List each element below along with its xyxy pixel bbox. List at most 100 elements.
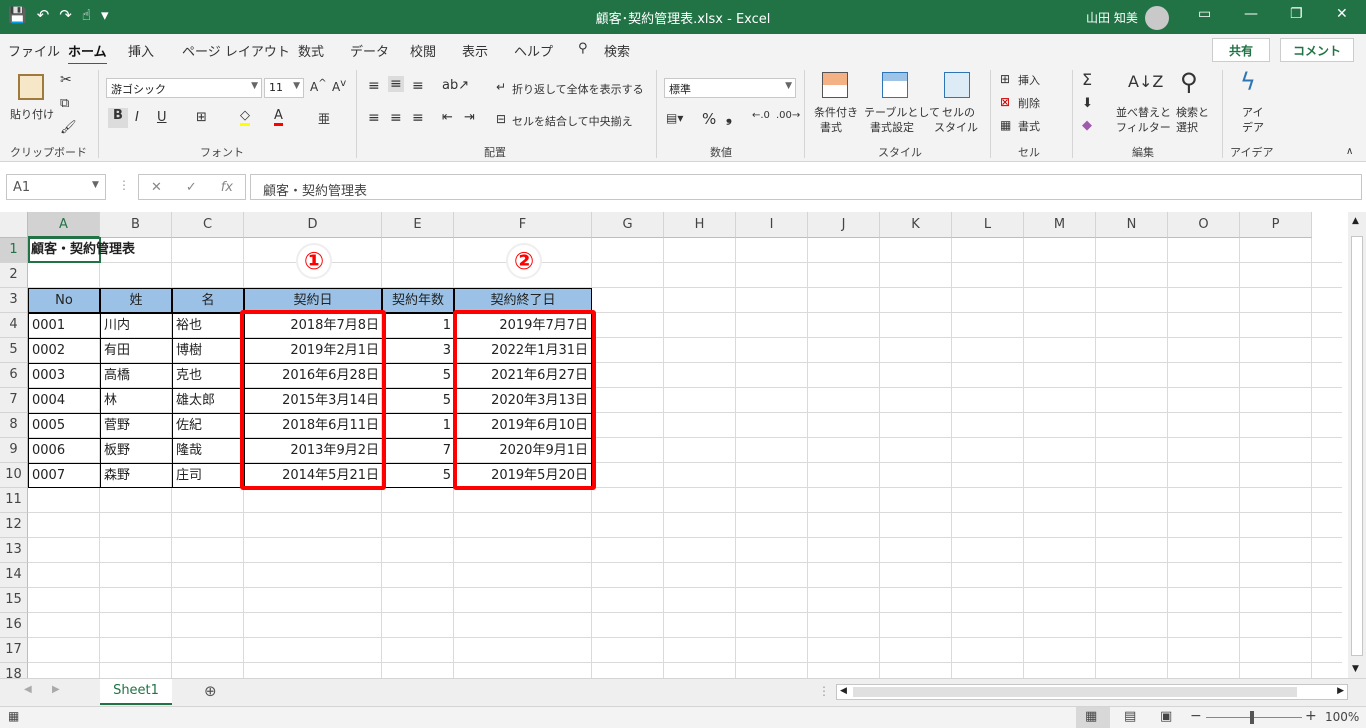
page-break-view-icon[interactable]: ▣ [1160, 709, 1172, 724]
table-cell[interactable]: 克也 [172, 363, 244, 388]
table-cell[interactable]: 5 [382, 363, 454, 388]
table-cell[interactable]: 森野 [100, 463, 172, 488]
tab-formulas[interactable]: 数式 [298, 41, 324, 60]
table-header-cell[interactable]: 名 [172, 288, 244, 313]
drag-handle-icon[interactable]: ⋮ [118, 178, 130, 192]
sort-filter-label-1[interactable]: 並べ替えと [1116, 104, 1171, 120]
tab-home[interactable]: ホーム [68, 41, 107, 66]
table-cell[interactable]: 板野 [100, 438, 172, 463]
phonetic-icon[interactable]: 亜 [318, 110, 330, 127]
font-size-combo[interactable]: 11 ▼ [264, 78, 304, 98]
table-cell[interactable]: 0006 [28, 438, 100, 463]
select-all-corner[interactable] [0, 212, 28, 238]
decrease-indent-icon[interactable]: ⇤ [442, 110, 453, 125]
sheet-tab-sheet1[interactable]: Sheet1 [100, 679, 172, 705]
scroll-right-icon[interactable]: ▶ [1337, 686, 1344, 696]
tab-insert[interactable]: 挿入 [128, 41, 154, 60]
tab-view[interactable]: 表示 [462, 41, 488, 60]
table-cell[interactable]: 0005 [28, 413, 100, 438]
scroll-left-icon[interactable]: ◀ [840, 686, 847, 696]
table-header-cell[interactable]: 姓 [100, 288, 172, 313]
column-header-j[interactable]: J [808, 212, 880, 238]
row-header-11[interactable]: 11 [0, 488, 28, 513]
fill-icon[interactable]: ⬇ [1082, 96, 1093, 111]
row-header-14[interactable]: 14 [0, 563, 28, 588]
minimize-icon[interactable]: — [1244, 6, 1258, 22]
zoom-out-icon[interactable]: − [1190, 708, 1202, 724]
column-header-g[interactable]: G [592, 212, 664, 238]
borders-icon[interactable]: ⊞ [196, 110, 207, 125]
align-top-icon[interactable]: ≡ [368, 78, 380, 94]
column-header-p[interactable]: P [1240, 212, 1312, 238]
font-name-combo[interactable]: 游ゴシック ▼ [106, 78, 262, 98]
paste-icon[interactable] [18, 74, 44, 100]
table-cell[interactable]: 7 [382, 438, 454, 463]
merge-center-button[interactable]: セルを結合して中央揃え [512, 113, 633, 129]
column-header-b[interactable]: B [100, 212, 172, 238]
table-cell[interactable]: 3 [382, 338, 454, 363]
column-header-d[interactable]: D [244, 212, 382, 238]
tab-split-handle[interactable]: ⋮ [818, 684, 830, 698]
zoom-level[interactable]: 100% [1325, 710, 1359, 724]
conditional-formatting-label-1[interactable]: 条件付き [814, 104, 858, 120]
new-sheet-icon[interactable]: ⊕ [204, 682, 217, 700]
table-cell[interactable]: 裕也 [172, 313, 244, 338]
table-cell[interactable]: 博樹 [172, 338, 244, 363]
align-center-icon[interactable]: ≡ [390, 110, 402, 126]
vertical-scrollbar[interactable]: ▲ ▼ [1348, 212, 1366, 678]
tab-page-layout[interactable]: ページ レイアウト [182, 41, 290, 60]
row-header-3[interactable]: 3 [0, 288, 28, 313]
row-header-7[interactable]: 7 [0, 388, 28, 413]
chevron-down-icon[interactable]: ▼ [92, 180, 99, 190]
percent-icon[interactable]: % [702, 110, 716, 128]
underline-icon[interactable]: U [157, 110, 167, 125]
macro-record-icon[interactable]: ▦ [8, 709, 19, 723]
wrap-text-button[interactable]: 折り返して全体を表示する [512, 81, 644, 97]
column-header-a[interactable]: A [28, 212, 100, 238]
table-cell[interactable]: 5 [382, 463, 454, 488]
tab-help[interactable]: ヘルプ [514, 41, 553, 60]
table-cell[interactable]: 林 [100, 388, 172, 413]
increase-indent-icon[interactable]: ⇥ [464, 110, 475, 125]
align-bottom-icon[interactable]: ≡ [412, 78, 424, 94]
user-name[interactable]: 山田 知美 [1086, 9, 1138, 26]
close-icon[interactable]: ✕ [1336, 6, 1348, 22]
table-cell[interactable]: 雄太郎 [172, 388, 244, 413]
column-header-i[interactable]: I [736, 212, 808, 238]
next-sheet-icon[interactable]: ▶ [52, 684, 60, 695]
page-layout-view-icon[interactable]: ▤ [1124, 709, 1136, 724]
tab-search[interactable]: 検索 [604, 41, 630, 60]
align-middle-icon[interactable]: ≡ [388, 76, 404, 92]
number-format-combo[interactable]: 標準 ▼ [664, 78, 796, 98]
column-header-o[interactable]: O [1168, 212, 1240, 238]
row-header-6[interactable]: 6 [0, 363, 28, 388]
shrink-font-icon[interactable]: Av [332, 78, 346, 94]
column-header-l[interactable]: L [952, 212, 1024, 238]
table-cell[interactable]: 1 [382, 413, 454, 438]
table-header-cell[interactable]: No [28, 288, 100, 313]
insert-function-icon[interactable]: fx [221, 180, 233, 195]
italic-icon[interactable]: I [135, 110, 139, 125]
restore-icon[interactable]: ❐ [1290, 6, 1303, 22]
horizontal-scrollbar[interactable]: ◀ ▶ [836, 684, 1348, 700]
vertical-scroll-thumb[interactable] [1351, 236, 1363, 656]
cancel-icon[interactable]: ✕ [151, 180, 162, 195]
ideas-label-1[interactable]: アイ [1242, 104, 1263, 120]
column-header-n[interactable]: N [1096, 212, 1168, 238]
share-button[interactable]: 共有 [1212, 38, 1270, 62]
tab-file[interactable]: ファイル [8, 41, 60, 60]
table-header-cell[interactable]: 契約年数 [382, 288, 454, 313]
copy-icon[interactable]: ⧉ [60, 96, 69, 111]
column-header-e[interactable]: E [382, 212, 454, 238]
cell-styles-label-2[interactable]: スタイル [934, 119, 978, 135]
table-cell[interactable]: 隆哉 [172, 438, 244, 463]
horizontal-scroll-thumb[interactable] [853, 687, 1297, 697]
row-header-16[interactable]: 16 [0, 613, 28, 638]
row-header-1[interactable]: 1 [0, 238, 28, 263]
row-header-15[interactable]: 15 [0, 588, 28, 613]
zoom-in-icon[interactable]: + [1305, 708, 1317, 724]
find-select-label-2[interactable]: 選択 [1176, 119, 1198, 135]
table-cell[interactable]: 0004 [28, 388, 100, 413]
sheet-title-cell[interactable]: 顧客・契約管理表 [28, 238, 188, 263]
decrease-decimal-icon[interactable]: .00→ [776, 110, 800, 121]
